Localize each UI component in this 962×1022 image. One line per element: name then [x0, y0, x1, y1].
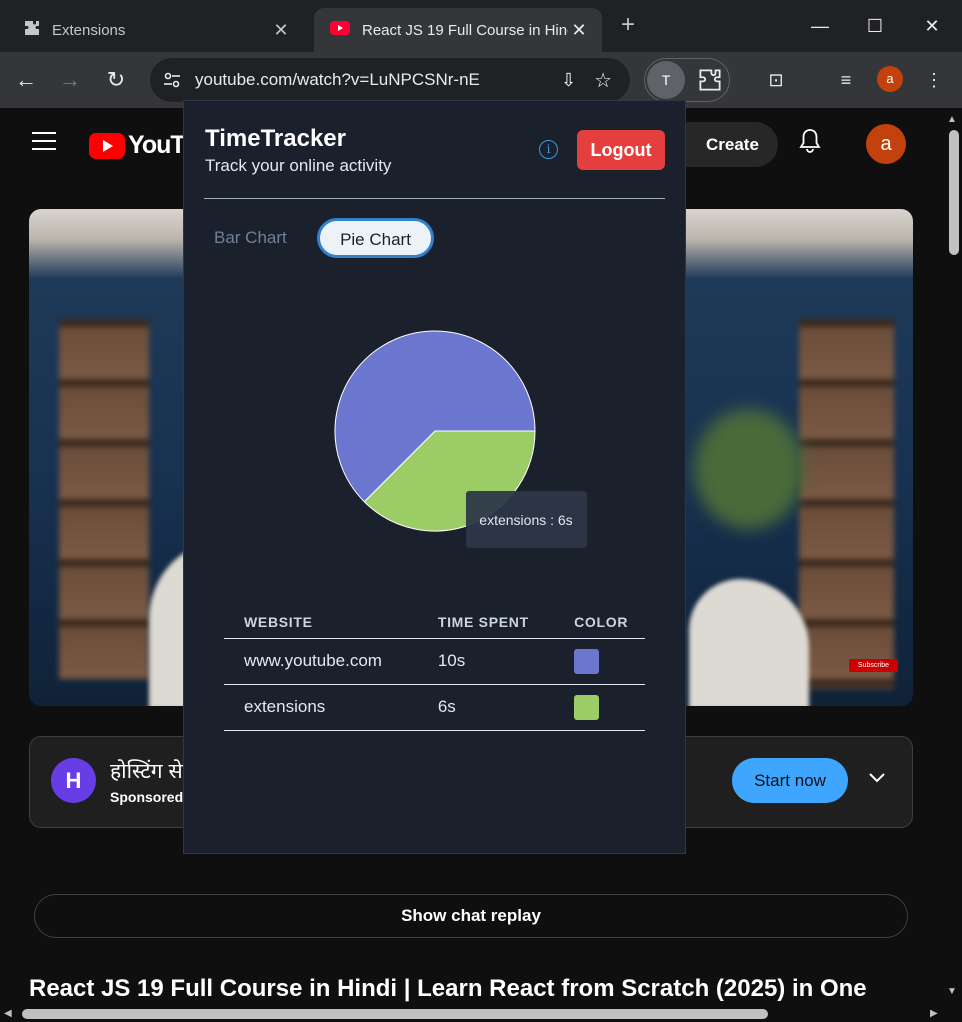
scroll-left-arrow-icon[interactable]: ◀ [4, 1008, 12, 1019]
popup-subtitle: Track your online activity [205, 156, 392, 175]
address-bar[interactable]: youtube.com/watch?v=LuNPCSNr-nE ⇩ ☆ [150, 58, 630, 102]
table-row: extensions 6s [224, 684, 645, 731]
extensions-puzzle-icon[interactable] [699, 69, 721, 96]
time-table: WEBSITE TIME SPENT COLOR www.youtube.com… [224, 606, 645, 731]
ad-title: होस्टिंग से [110, 760, 183, 783]
column-header-time-spent: TIME SPENT [417, 606, 555, 639]
maximize-button[interactable]: ☐ [855, 6, 895, 46]
color-cell [554, 684, 645, 731]
info-icon[interactable]: i [539, 140, 558, 159]
logout-button[interactable]: Logout [577, 130, 665, 170]
extension-group: T [644, 58, 730, 102]
color-swatch [574, 648, 600, 674]
bookshelf-left [59, 319, 149, 679]
divider [204, 198, 665, 199]
horizontal-scroll-thumb[interactable] [22, 1009, 768, 1019]
plant [694, 409, 804, 529]
time-cell: 10s [417, 638, 555, 685]
website-cell: extensions [224, 684, 418, 731]
minimize-button[interactable]: — [800, 6, 840, 46]
video-title: React JS 19 Full Course in Hindi | Learn… [29, 975, 867, 1002]
tooltip-text: extensions : 6s [479, 512, 572, 528]
scroll-down-arrow-icon[interactable]: ▼ [947, 986, 957, 997]
close-window-button[interactable]: ✕ [912, 6, 952, 46]
tab-extensions[interactable]: Extensions ✕ [8, 8, 304, 52]
table-header-row: WEBSITE TIME SPENT COLOR [224, 606, 645, 639]
tab-react-course[interactable]: React JS 19 Full Course in Hindi ✕ [314, 8, 602, 52]
puzzle-icon [24, 20, 40, 40]
media-controls-icon[interactable]: ≡ [832, 66, 860, 94]
browser-tab-strip: Extensions ✕ React JS 19 Full Course in … [0, 0, 962, 52]
tab-label: Extensions [52, 21, 126, 39]
scroll-up-arrow-icon[interactable]: ▲ [947, 114, 957, 125]
youtube-icon [330, 21, 350, 39]
column-header-color: COLOR [554, 606, 645, 639]
menu-kebab-icon[interactable]: ⋮ [920, 66, 948, 94]
forward-icon[interactable]: → [52, 62, 88, 98]
profile-avatar[interactable]: a [877, 66, 903, 92]
timetracker-extension-button[interactable]: T [647, 61, 685, 99]
subscribe-watermark[interactable]: Subscribe [849, 659, 898, 672]
back-icon[interactable]: ← [8, 62, 44, 98]
show-chat-replay-button[interactable]: Show chat replay [34, 894, 908, 938]
vertical-scroll-thumb[interactable] [949, 130, 959, 255]
account-avatar[interactable]: a [866, 124, 906, 164]
notifications-bell-icon[interactable] [798, 128, 822, 161]
tab-pie-chart[interactable]: Pie Chart [317, 218, 434, 258]
pie-chart: extensions : 6s [334, 330, 587, 548]
color-swatch [574, 694, 600, 720]
timetracker-popup: TimeTracker Track your online activity i… [183, 100, 686, 854]
column-header-website: WEBSITE [224, 606, 418, 639]
bookmark-star-icon[interactable]: ☆ [594, 68, 612, 93]
new-tab-button[interactable]: + [612, 10, 644, 42]
url-text: youtube.com/watch?v=LuNPCSNr-nE [195, 70, 480, 89]
close-tab-icon[interactable]: ✕ [270, 20, 292, 41]
reload-icon[interactable]: ↻ [98, 62, 134, 98]
table-row: www.youtube.com 10s [224, 638, 645, 685]
time-cell: 6s [417, 684, 555, 731]
chart-tooltip: extensions : 6s [466, 491, 587, 548]
tab-search-icon[interactable]: ⊡ [762, 66, 790, 94]
scroll-right-arrow-icon[interactable]: ▶ [930, 1008, 938, 1019]
youtube-logo-icon[interactable] [89, 133, 125, 159]
close-tab-icon[interactable]: ✕ [568, 20, 590, 41]
website-cell: www.youtube.com [224, 638, 418, 685]
popup-title: TimeTracker [205, 125, 346, 152]
hostinger-logo-icon: H [51, 758, 96, 803]
hamburger-menu-icon[interactable] [32, 132, 56, 150]
ad-sponsored-label: Sponsored [110, 789, 184, 805]
tab-label: React JS 19 Full Course in Hindi [362, 21, 568, 39]
site-settings-icon[interactable] [162, 70, 182, 95]
tab-bar-chart[interactable]: Bar Chart [214, 220, 287, 256]
chevron-down-icon[interactable] [868, 767, 886, 790]
create-label: Create [706, 135, 759, 154]
color-cell [554, 638, 645, 685]
install-app-icon[interactable]: ⇩ [561, 70, 576, 91]
bookshelf-right [799, 319, 894, 689]
person-shoulder-right [689, 579, 809, 706]
start-now-button[interactable]: Start now [732, 758, 848, 803]
